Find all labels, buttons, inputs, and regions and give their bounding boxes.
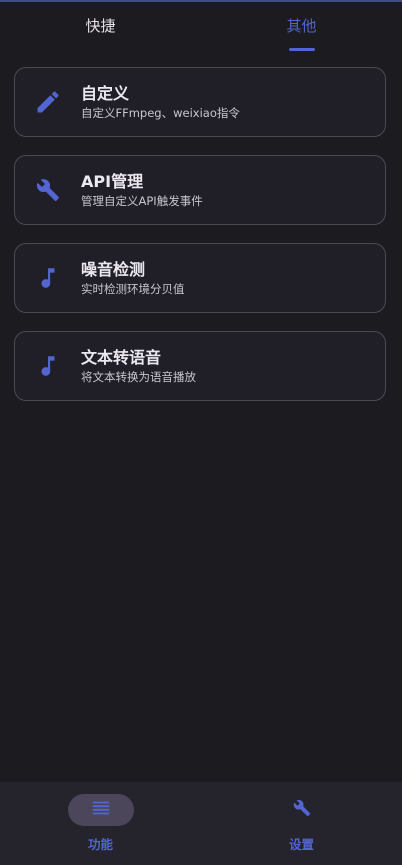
- card-title: API管理: [81, 171, 144, 191]
- card-subtitle: 管理自定义API触发事件: [81, 193, 203, 208]
- pencil-icon: [15, 88, 81, 116]
- tab-label: 其他: [286, 16, 317, 35]
- card-subtitle: 实时检测环境分贝值: [81, 281, 185, 296]
- card-noise-detection[interactable]: 噪音检测 实时检测环境分贝值: [14, 243, 386, 313]
- card-subtitle: 将文本转换为语音播放: [81, 369, 196, 384]
- tab-others[interactable]: 其他: [201, 0, 402, 52]
- tab-shortcuts[interactable]: 快捷: [0, 0, 201, 52]
- card-title: 噪音检测: [81, 259, 146, 279]
- card-subtitle: 自定义FFmpeg、weixiao指令: [81, 105, 240, 120]
- nav-label: 设置: [288, 837, 314, 852]
- card-text-to-speech[interactable]: 文本转语音 将文本转换为语音播放: [14, 331, 386, 401]
- card-api-management[interactable]: API管理 管理自定义API触发事件: [14, 155, 386, 225]
- music-note-icon: [15, 265, 81, 291]
- nav-item-functions[interactable]: 功能: [0, 782, 201, 865]
- card-title: 自定义: [81, 83, 130, 103]
- bottom-navigation: 功能 设置: [0, 782, 402, 865]
- nav-item-settings[interactable]: 设置: [201, 782, 402, 865]
- menu-icon: [90, 797, 112, 823]
- top-tab-bar: 快捷 其他: [0, 0, 402, 52]
- card-title: 文本转语音: [81, 347, 162, 367]
- music-note-icon: [15, 353, 81, 379]
- nav-indicator: [67, 794, 134, 826]
- nav-label: 功能: [87, 837, 113, 852]
- tab-label: 快捷: [85, 16, 116, 35]
- feature-list: 自定义 自定义FFmpeg、weixiao指令 API管理 管理自定义API触发…: [14, 67, 386, 419]
- wrench-icon: [15, 178, 81, 202]
- nav-indicator: [269, 794, 335, 826]
- wrench-icon: [293, 799, 311, 821]
- card-custom[interactable]: 自定义 自定义FFmpeg、weixiao指令: [14, 67, 386, 137]
